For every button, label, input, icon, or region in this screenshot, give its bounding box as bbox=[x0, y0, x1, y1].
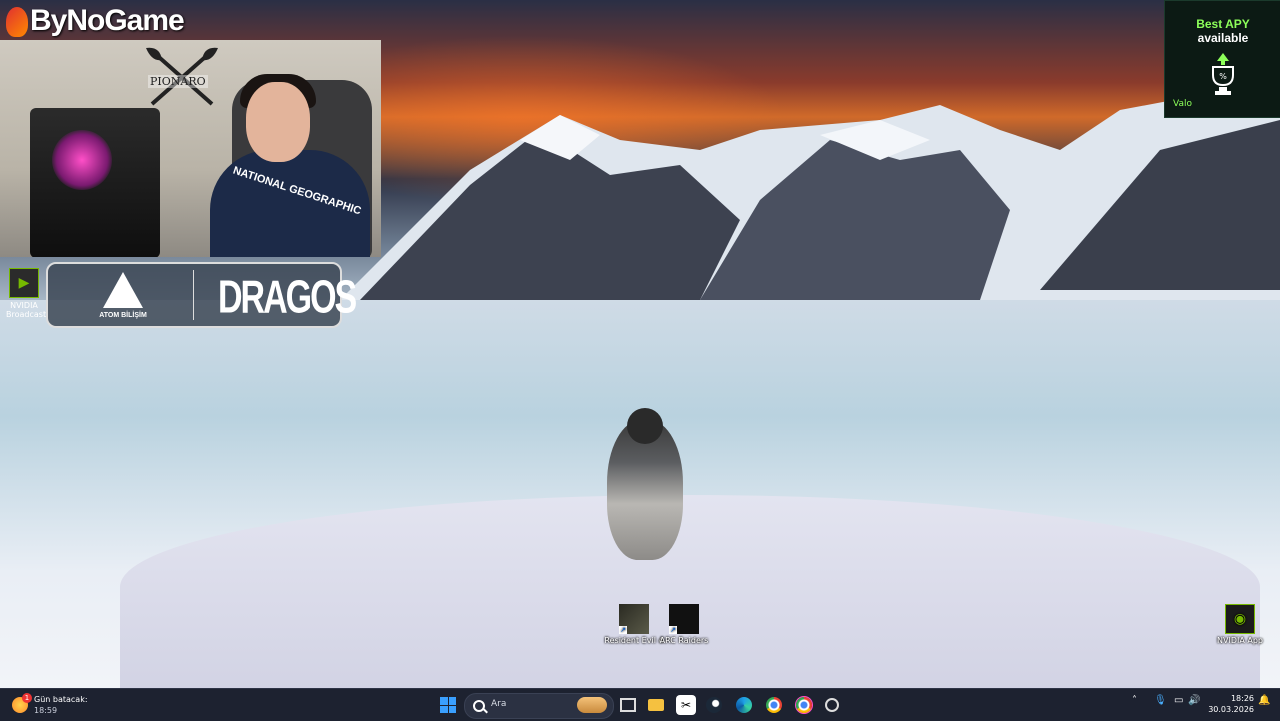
ad-line2: available bbox=[1197, 31, 1249, 45]
streamer-face bbox=[246, 82, 310, 162]
chrome-icon[interactable] bbox=[764, 695, 784, 715]
notification-badge: 1 bbox=[22, 693, 32, 703]
atom-logo-icon bbox=[103, 272, 143, 308]
shortcut-arrow-icon: ↗ bbox=[619, 626, 627, 634]
file-explorer-icon[interactable] bbox=[646, 695, 666, 715]
system-clock[interactable]: 18:26 30.03.2026 bbox=[1202, 693, 1254, 715]
webcam-overlay: PIONARO NATIONAL GEOGRAPHIC bbox=[0, 40, 381, 257]
penguin-head bbox=[627, 408, 663, 444]
weather-time: 18:59 bbox=[34, 706, 58, 715]
snow-ridge bbox=[120, 495, 1260, 688]
notification-bell-icon[interactable]: 🔔 bbox=[1258, 695, 1270, 706]
desktop-icon-label: NVIDIA App bbox=[1217, 636, 1263, 645]
desktop-icon-arc-raiders[interactable]: ↗ ARC Raiders bbox=[654, 604, 714, 645]
nvidia-broadcast-badge: ▶ NVIDIA Broadcast bbox=[6, 268, 47, 324]
atom-bilisim-text: ATOM BİLİŞİM bbox=[99, 312, 147, 319]
task-view-icon[interactable] bbox=[618, 695, 638, 715]
capcut-icon[interactable]: ✂ bbox=[676, 695, 696, 715]
sponsor-banner: ATOM BİLİŞİM DRAGOS bbox=[46, 262, 357, 328]
clock-date: 30.03.2026 bbox=[1208, 705, 1254, 714]
network-icon[interactable]: ▭ bbox=[1174, 695, 1183, 706]
ad-line1: Best APY bbox=[1196, 17, 1250, 31]
edge-icon[interactable] bbox=[734, 695, 754, 715]
chrome-profile-icon[interactable] bbox=[794, 695, 814, 715]
trophy-icon: % bbox=[1212, 53, 1234, 95]
logo-text: ByNoGame bbox=[30, 4, 185, 37]
obs-icon[interactable] bbox=[822, 695, 842, 715]
banner-divider bbox=[193, 270, 194, 320]
weather-widget[interactable]: 1 Gün batacak: 18:59 bbox=[10, 693, 130, 717]
weather-title: Gün batacak: bbox=[34, 695, 88, 704]
nvidia-broadcast-label: NVIDIA Broadcast bbox=[6, 301, 47, 319]
resident-evil-4-icon: ↗ bbox=[619, 604, 649, 634]
atom-bilisim-logo: ATOM BİLİŞİM bbox=[88, 270, 158, 319]
ad-brand: Valo bbox=[1173, 99, 1192, 109]
channel-logo: ByNoGame bbox=[6, 4, 185, 38]
microphone-icon[interactable]: 🎙 bbox=[1154, 695, 1167, 706]
emblem-text: PIONARO bbox=[148, 75, 208, 88]
nvidia-app-icon: ◉ bbox=[1225, 604, 1255, 634]
clock-time: 18:26 bbox=[1230, 694, 1254, 703]
nvidia-icon: ▶ bbox=[9, 268, 39, 298]
gaming-pc bbox=[30, 108, 160, 257]
search-box[interactable]: Ara bbox=[464, 693, 614, 719]
bynogame-logo-icon bbox=[6, 7, 28, 38]
start-button[interactable] bbox=[440, 697, 456, 713]
search-highlight-icon bbox=[577, 697, 607, 713]
steam-icon[interactable] bbox=[704, 695, 724, 715]
arc-raiders-icon: ↗ bbox=[669, 604, 699, 634]
desktop-icon-nvidia-app[interactable]: ◉ NVIDIA App bbox=[1210, 604, 1270, 645]
shortcut-arrow-icon: ↗ bbox=[669, 626, 677, 634]
search-icon bbox=[473, 700, 485, 712]
search-placeholder: Ara bbox=[491, 699, 507, 709]
taskbar: 1 Gün batacak: 18:59 Ara ✂ ˄ 🎙 ▭ 🔊 18:26… bbox=[0, 688, 1280, 721]
svg-text:%: % bbox=[1219, 72, 1227, 81]
desktop-icon-label: ARC Raiders bbox=[659, 636, 709, 645]
ad-banner[interactable]: Best APY available % Valo bbox=[1164, 0, 1280, 118]
chevron-up-icon[interactable]: ˄ bbox=[1132, 695, 1137, 706]
sponsor-bar: ▶ NVIDIA Broadcast ATOM BİLİŞİM DRAGOS bbox=[0, 262, 357, 328]
volume-icon[interactable]: 🔊 bbox=[1188, 695, 1200, 706]
dragos-logo: DRAGOS bbox=[218, 272, 357, 324]
